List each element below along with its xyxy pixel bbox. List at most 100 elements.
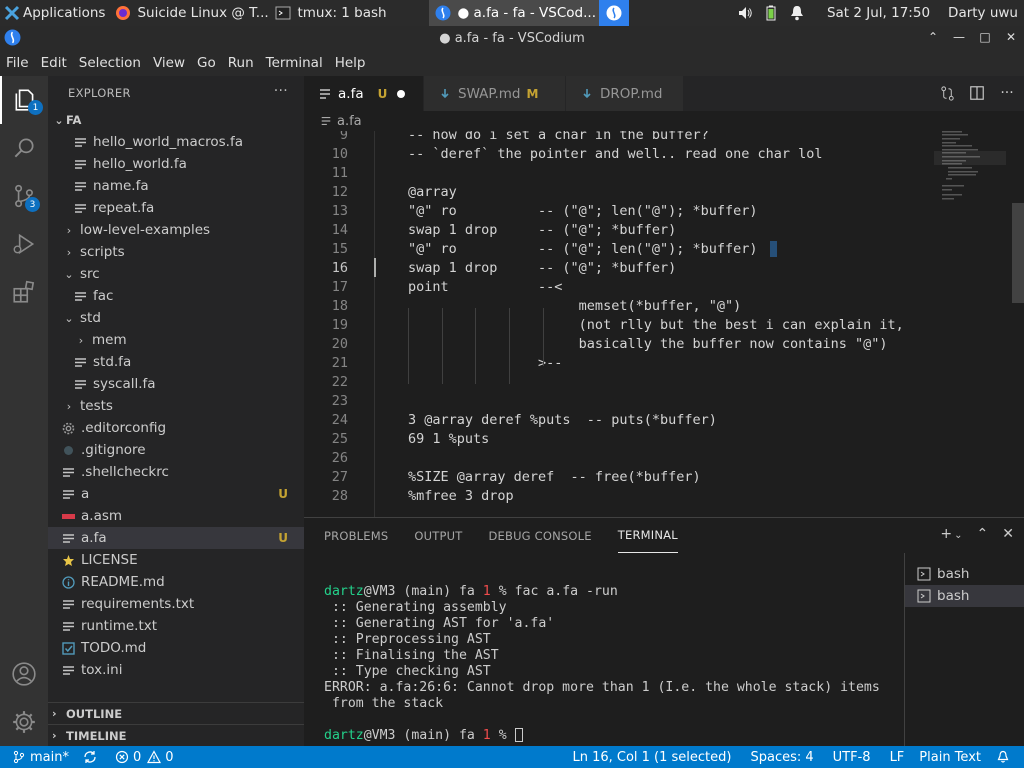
task-vscodium[interactable]: ● a.fa - fa - VSCod...: [429, 0, 600, 26]
activity-search[interactable]: [0, 124, 48, 172]
code-line[interactable]: 13 "@" ro -- ("@"; len("@"); *buffer): [304, 201, 934, 220]
explorer-file[interactable]: tox.ini: [48, 659, 304, 681]
explorer-file[interactable]: README.md: [48, 571, 304, 593]
menu-view[interactable]: View: [147, 55, 191, 71]
menu-file[interactable]: File: [0, 55, 35, 71]
code-line[interactable]: 20 basically the buffer now contains "@"…: [304, 334, 934, 353]
menu-run[interactable]: Run: [222, 55, 260, 71]
language-mode[interactable]: Plain Text: [912, 746, 989, 768]
breadcrumb-file[interactable]: a.fa: [337, 114, 362, 129]
user-name[interactable]: Darty uwu: [948, 5, 1018, 21]
activity-run-debug[interactable]: [0, 220, 48, 268]
explorer-file[interactable]: name.fa: [48, 175, 304, 197]
menu-terminal[interactable]: Terminal: [260, 55, 329, 71]
editor-scrollbar-thumb[interactable]: [1012, 203, 1024, 303]
menu-selection[interactable]: Selection: [73, 55, 147, 71]
explorer-file[interactable]: hello_world.fa: [48, 153, 304, 175]
terminal-instance-1[interactable]: bash: [905, 563, 1024, 585]
breadcrumb[interactable]: a.fa: [304, 111, 1024, 131]
split-editor-button[interactable]: [968, 84, 986, 102]
activity-explorer[interactable]: 1: [0, 76, 48, 124]
explorer-file[interactable]: std.fa: [48, 351, 304, 373]
explorer-folder[interactable]: ⌄ src: [48, 263, 304, 285]
task-firefox[interactable]: Suicide Linux @ T...: [109, 0, 269, 26]
volume-icon[interactable]: [737, 5, 753, 21]
sync-button[interactable]: [76, 746, 108, 768]
explorer-file[interactable]: TODO.md: [48, 637, 304, 659]
explorer-file[interactable]: a.asm: [48, 505, 304, 527]
notifications-icon[interactable]: [789, 5, 805, 21]
code-line[interactable]: 19 (not rlly but the best i can explain …: [304, 315, 934, 334]
explorer-folder[interactable]: › scripts: [48, 241, 304, 263]
tab-a-fa[interactable]: a.fa U: [304, 76, 424, 111]
terminal-output[interactable]: dartz@VM3 (main) fa 1 % fac a.fa -run ::…: [324, 584, 880, 744]
new-terminal-button[interactable]: + ⌄: [940, 526, 962, 542]
collapse-window-button[interactable]: ⌃: [926, 30, 940, 44]
code-line[interactable]: 15 "@" ro -- ("@"; len("@"); *buffer): [304, 239, 934, 258]
explorer-folder[interactable]: › mem: [48, 329, 304, 351]
menu-help[interactable]: Help: [329, 55, 372, 71]
task-vscodium-2[interactable]: [599, 0, 630, 26]
explorer-file[interactable]: .gitignore: [48, 439, 304, 461]
code-line[interactable]: 28 %mfree 3 drop: [304, 486, 934, 505]
code-line[interactable]: 22: [304, 372, 934, 391]
code-line[interactable]: 11: [304, 163, 934, 182]
terminal-instance-2[interactable]: bash: [905, 585, 1024, 607]
tab-output[interactable]: OUTPUT: [414, 518, 462, 553]
code-line[interactable]: 10 -- `deref` the pointer and well.. read…: [304, 144, 934, 163]
encoding-setting[interactable]: UTF-8: [826, 746, 883, 768]
explorer-file[interactable]: .shellcheckrc: [48, 461, 304, 483]
activity-extensions[interactable]: [0, 268, 48, 316]
code-line[interactable]: 25 69 1 %puts: [304, 429, 934, 448]
outline-section[interactable]: › OUTLINE: [48, 702, 304, 724]
activity-settings[interactable]: [0, 698, 48, 746]
menu-go[interactable]: Go: [191, 55, 222, 71]
menu-edit[interactable]: Edit: [35, 55, 73, 71]
code-editor[interactable]: 9 -- how do i set a char in the buffer? 10…: [304, 131, 1024, 517]
task-tmux[interactable]: tmux: 1 bash: [269, 0, 429, 26]
battery-icon[interactable]: [763, 5, 779, 21]
clock[interactable]: Sat 2 Jul, 17:50: [827, 5, 930, 21]
code-line[interactable]: 14 swap 1 drop -- ("@"; *buffer): [304, 220, 934, 239]
tab-terminal[interactable]: TERMINAL: [617, 518, 678, 553]
chevron-down-icon[interactable]: ⌄: [954, 530, 962, 541]
explorer-file[interactable]: LICENSE: [48, 549, 304, 571]
window-titlebar[interactable]: ● a.fa - fa - VSCodium ⌃ — □ ✕: [0, 26, 1024, 50]
explorer-folder[interactable]: › tests: [48, 395, 304, 417]
code-line[interactable]: 23: [304, 391, 934, 410]
indentation-setting[interactable]: Spaces: 4: [743, 746, 825, 768]
code-line[interactable]: 21 >--: [304, 353, 934, 372]
explorer-file[interactable]: .editorconfig: [48, 417, 304, 439]
explorer-file[interactable]: a.fa U: [48, 527, 304, 549]
tab-problems[interactable]: PROBLEMS: [324, 518, 388, 553]
close-panel-button[interactable]: ✕: [1002, 526, 1014, 542]
tab-debug-console[interactable]: DEBUG CONSOLE: [488, 518, 591, 553]
explorer-folder[interactable]: ⌄ std: [48, 307, 304, 329]
problems-indicator[interactable]: 0 0: [108, 746, 181, 768]
code-line[interactable]: 24 3 @array deref %puts -- puts(*buffer): [304, 410, 934, 429]
explorer-folder[interactable]: › low-level-examples: [48, 219, 304, 241]
activity-source-control[interactable]: 3: [0, 172, 48, 220]
more-actions-button[interactable]: ···: [998, 84, 1016, 102]
explorer-file[interactable]: hello_world_macros.fa: [48, 131, 304, 153]
applications-menu[interactable]: Applications: [0, 0, 109, 26]
code-line[interactable]: 18 memset(*buffer, "@"): [304, 296, 934, 315]
open-changes-button[interactable]: [938, 84, 956, 102]
tab-drop-md[interactable]: DROP.md: [566, 76, 684, 111]
explorer-more-button[interactable]: ···: [274, 83, 288, 99]
code-line[interactable]: 17 point --<: [304, 277, 934, 296]
explorer-file[interactable]: repeat.fa: [48, 197, 304, 219]
code-line[interactable]: 12 @array: [304, 182, 934, 201]
explorer-file[interactable]: fac: [48, 285, 304, 307]
timeline-section[interactable]: › TIMELINE: [48, 724, 304, 746]
explorer-file[interactable]: requirements.txt: [48, 593, 304, 615]
tab-swap-md[interactable]: SWAP.md M: [424, 76, 566, 111]
code-line[interactable]: 16 swap 1 drop -- ("@"; *buffer): [304, 258, 934, 277]
minimize-button[interactable]: —: [952, 30, 966, 44]
notifications-button[interactable]: [989, 746, 1024, 768]
cursor-position[interactable]: Ln 16, Col 1 (1 selected): [565, 746, 743, 768]
explorer-file[interactable]: aU: [48, 483, 304, 505]
code-line[interactable]: 27 %SIZE @array deref -- free(*buffer): [304, 467, 934, 486]
branch-indicator[interactable]: main*: [0, 746, 76, 768]
unsaved-dot-icon[interactable]: [397, 89, 406, 98]
